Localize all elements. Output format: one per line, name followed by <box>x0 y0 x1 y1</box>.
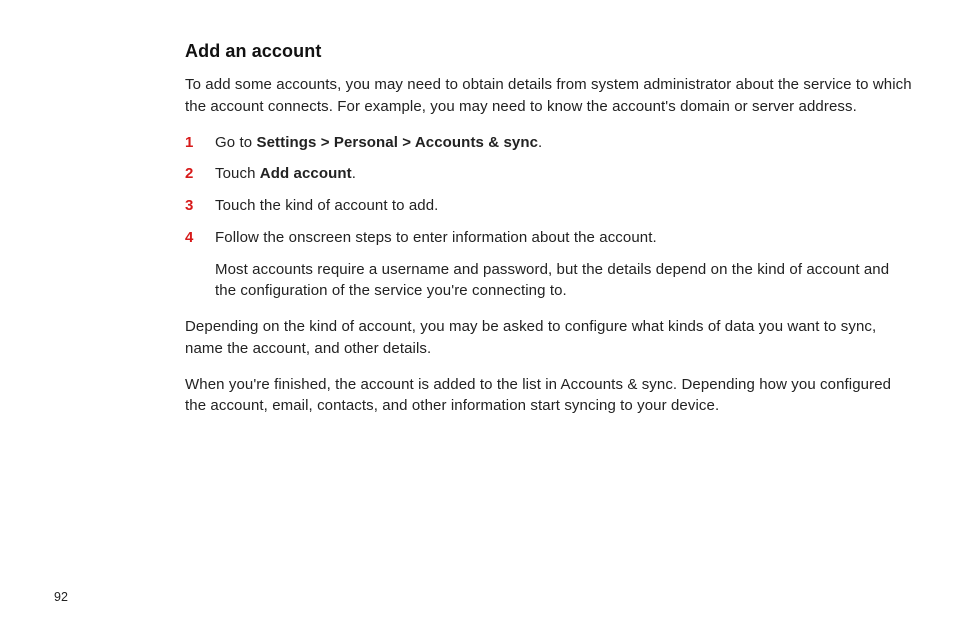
step-bold: Add account <box>260 165 352 182</box>
section-heading: Add an account <box>185 38 914 64</box>
outro-paragraph-1: Depending on the kind of account, you ma… <box>185 316 914 360</box>
step-pre: Follow the onscreen steps to enter infor… <box>215 229 657 246</box>
step-item: 3 Touch the kind of account to add. <box>185 195 914 217</box>
document-page: Add an account To add some accounts, you… <box>0 0 954 636</box>
step-bold: Settings > Personal > Accounts & sync <box>256 134 538 151</box>
step-text: Go to Settings > Personal > Accounts & s… <box>215 132 914 154</box>
step-post: . <box>352 165 356 182</box>
page-number: 92 <box>54 588 68 606</box>
step-item: 1 Go to Settings > Personal > Accounts &… <box>185 132 914 154</box>
step-number: 4 <box>185 227 215 249</box>
step-number: 1 <box>185 132 215 154</box>
step-text: Follow the onscreen steps to enter infor… <box>215 227 914 302</box>
outro-paragraph-2: When you're finished, the account is add… <box>185 374 914 418</box>
step-text: Touch Add account. <box>215 163 914 185</box>
step-text: Touch the kind of account to add. <box>215 195 914 217</box>
step-item: 2 Touch Add account. <box>185 163 914 185</box>
step-pre: Touch <box>215 165 260 182</box>
step-extra: Most accounts require a username and pas… <box>215 259 914 303</box>
step-list: 1 Go to Settings > Personal > Accounts &… <box>185 132 914 303</box>
intro-paragraph: To add some accounts, you may need to ob… <box>185 74 914 118</box>
step-item: 4 Follow the onscreen steps to enter inf… <box>185 227 914 302</box>
step-number: 3 <box>185 195 215 217</box>
step-post: . <box>538 134 542 151</box>
step-pre: Touch the kind of account to add. <box>215 197 438 214</box>
step-pre: Go to <box>215 134 256 151</box>
step-number: 2 <box>185 163 215 185</box>
